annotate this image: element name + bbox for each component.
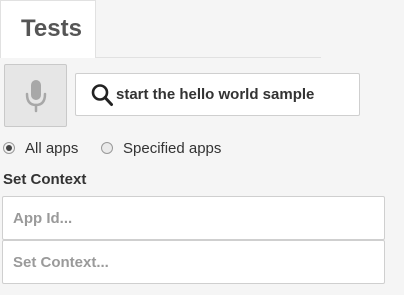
radio-button-unchecked[interactable]: [101, 142, 113, 154]
search-icon: [91, 83, 113, 106]
tab-label: Tests: [21, 15, 82, 42]
radio-button-checked[interactable]: [3, 142, 15, 154]
app-id-field[interactable]: [2, 196, 385, 240]
search-box[interactable]: [75, 73, 360, 116]
search-input[interactable]: [116, 86, 356, 103]
tab-tests[interactable]: Tests: [0, 0, 96, 58]
microphone-button[interactable]: [4, 64, 67, 127]
tab-divider: [96, 57, 321, 58]
radio-dot: [6, 145, 12, 151]
set-context-heading: Set Context: [3, 171, 87, 188]
microphone-icon: [25, 79, 46, 112]
radio-all-apps[interactable]: All apps: [3, 138, 78, 158]
radio-specified-apps[interactable]: Specified apps: [101, 138, 221, 158]
radio-label-all-apps: All apps: [25, 139, 79, 157]
radio-label-specified-apps: Specified apps: [123, 139, 222, 157]
set-context-field[interactable]: [2, 240, 385, 284]
